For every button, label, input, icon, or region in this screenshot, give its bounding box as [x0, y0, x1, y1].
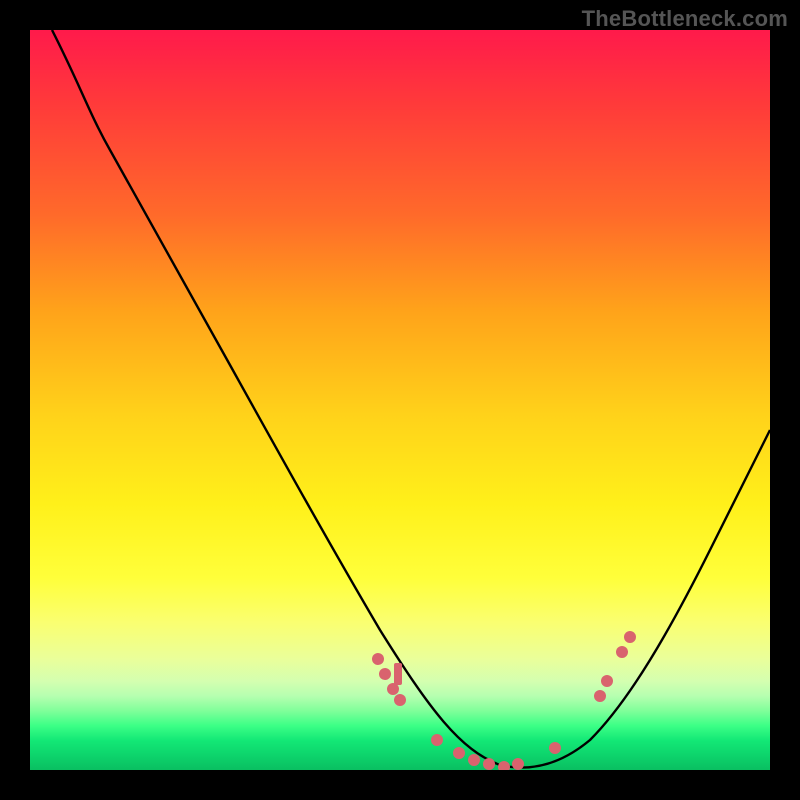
attribution-label: TheBottleneck.com [582, 6, 788, 32]
highlighted-points [372, 631, 636, 770]
chart-plot-area [30, 30, 770, 770]
bottleneck-curve [52, 30, 770, 768]
chart-svg [30, 30, 770, 770]
